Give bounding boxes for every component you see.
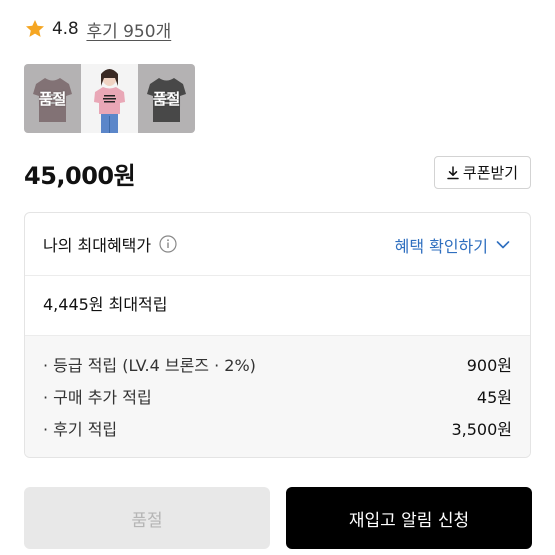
model-image <box>81 64 138 133</box>
star-icon <box>26 20 44 37</box>
benefit-title: 나의 최대혜택가 <box>43 236 152 255</box>
benefit-check-label: 혜택 확인하기 <box>394 237 488 256</box>
benefit-details: · 등급 적립 (LV.4 브론즈 · 2%) 900원 · 구매 추가 적립 … <box>25 335 530 457</box>
detail-label: · 후기 적립 <box>43 420 118 439</box>
soldout-label: 품절 <box>152 90 181 108</box>
max-points-text: 4,445원 최대적립 <box>43 295 168 314</box>
rating-row: 4.8 후기 950개 <box>24 16 171 42</box>
divider <box>25 275 530 276</box>
detail-amount: 900원 <box>466 356 512 375</box>
detail-row-extra: · 구매 추가 적립 45원 <box>43 384 512 408</box>
detail-label: · 등급 적립 (LV.4 브론즈 · 2%) <box>43 356 256 375</box>
soldout-button: 품절 <box>24 487 270 549</box>
restock-alert-button[interactable]: 재입고 알림 신청 <box>286 487 532 549</box>
thumb-tshirt-black-graphic[interactable]: 품절 <box>138 64 195 133</box>
detail-amount: 3,500원 <box>451 420 512 439</box>
thumb-tshirt-pink-graphic[interactable]: 품절 <box>24 64 81 133</box>
product-price: 45,000원 <box>24 162 136 190</box>
info-icon[interactable] <box>159 235 177 253</box>
review-count-link[interactable]: 후기 950개 <box>86 17 171 42</box>
soldout-label: 품절 <box>38 90 67 108</box>
benefit-check-toggle[interactable]: 혜택 확인하기 <box>395 233 510 257</box>
max-benefit-panel: 나의 최대혜택가 혜택 확인하기 4,445원 최대적립 · 등급 적립 (LV… <box>24 212 531 458</box>
detail-label: · 구매 추가 적립 <box>43 388 152 407</box>
detail-amount: 45원 <box>476 388 512 407</box>
thumb-model-pink-tshirt[interactable] <box>81 64 138 133</box>
coupon-button-label: 쿠폰받기 <box>462 164 519 182</box>
soldout-overlay: 품절 <box>138 64 195 133</box>
detail-row-grade: · 등급 적립 (LV.4 브론즈 · 2%) 900원 <box>43 352 512 376</box>
coupon-download-button[interactable]: 쿠폰받기 <box>434 156 531 189</box>
soldout-overlay: 품절 <box>24 64 81 133</box>
detail-row-review: · 후기 적립 3,500원 <box>43 416 512 440</box>
rating-score: 4.8 <box>52 19 79 39</box>
thumbnail-strip: 품절 품절 <box>24 64 195 133</box>
chevron-down-icon <box>496 241 510 249</box>
download-icon <box>447 165 459 179</box>
